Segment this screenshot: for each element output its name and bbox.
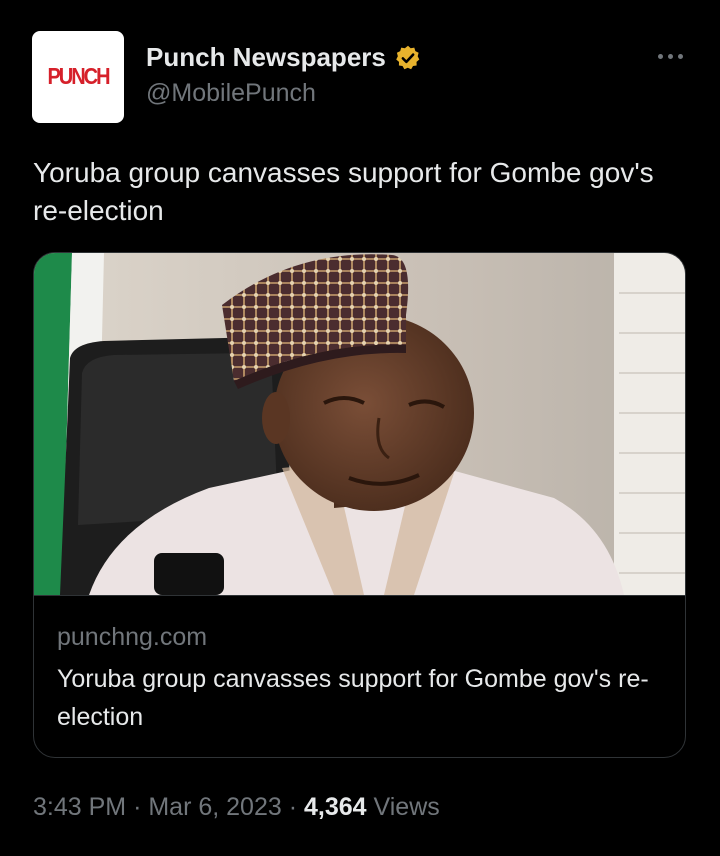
tweet-text: Yoruba group canvasses support for Gombe…: [33, 157, 654, 226]
link-preview-card[interactable]: punchng.com Yoruba group canvasses suppo…: [33, 252, 686, 758]
tweet-date[interactable]: Mar 6, 2023: [148, 793, 281, 821]
meta-separator: ·: [133, 793, 142, 821]
card-title: Yoruba group canvasses support for Gombe…: [57, 665, 649, 731]
tweet-meta: 3:43 PM · Mar 6, 2023 · 4,364 Views: [33, 793, 440, 822]
verified-badge-icon: [396, 45, 420, 69]
views-count: 4,364: [304, 793, 367, 821]
avatar[interactable]: PUNCH: [32, 31, 124, 123]
card-divider: [34, 595, 685, 596]
tweet-time[interactable]: 3:43 PM: [33, 793, 126, 821]
author-name-row: Punch Newspapers: [146, 42, 422, 73]
more-options-icon[interactable]: [652, 44, 688, 68]
card-domain: punchng.com: [57, 623, 208, 651]
article-image: [34, 253, 685, 595]
author-handle[interactable]: @MobilePunch: [146, 79, 316, 108]
punch-logo: PUNCH: [47, 63, 110, 90]
display-name[interactable]: Punch Newspapers: [146, 42, 386, 73]
meta-separator: ·: [288, 793, 298, 821]
views-label: Views: [373, 793, 440, 821]
